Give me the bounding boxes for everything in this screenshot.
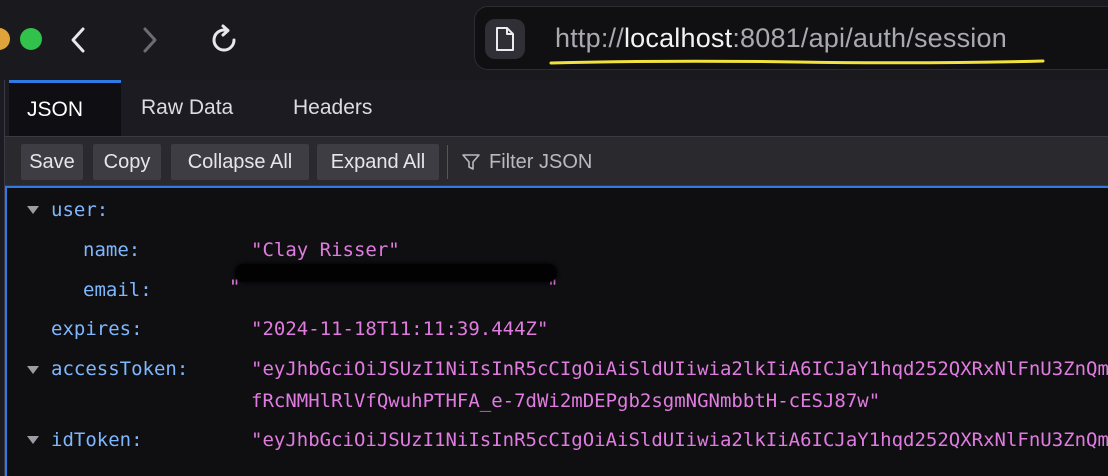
filter-json-input[interactable]: Filter JSON [461,144,592,180]
json-string-value: "Clay Risser" [251,239,400,261]
browser-window: http://localhost:8081/api/auth/session J… [0,0,1108,476]
forward-button[interactable] [132,22,168,58]
json-value-access-token-line1[interactable]: "eyJhbGciOiJSUzI1NiIsInR5cCIgOiAiSldUIiw… [251,352,1108,386]
json-string-value: fRcNMHlRlVfQwuhPTHFA_e-7dWi2mDEPgb2sgmNG… [251,390,881,412]
page-icon [496,27,514,51]
json-string-value: "2024-11-18T11:11:39.444Z" [251,318,549,340]
browser-toolbar: http://localhost:8081/api/auth/session [0,0,1108,80]
forward-arrow-icon [143,27,157,53]
json-value-name[interactable]: "Clay Risser" [251,233,400,267]
window-zoom-button[interactable] [20,28,42,50]
json-tree: user: name: "Clay Risser" email: " " exp… [5,186,1108,476]
json-key: user: [51,199,109,221]
json-value-access-token-line2[interactable]: fRcNMHlRlVfQwuhPTHFA_e-7dWi2mDEPgb2sgmNG… [251,384,880,418]
json-key: idToken: [51,429,143,451]
json-key: accessToken: [51,358,189,380]
reload-button[interactable] [206,22,242,58]
reload-icon [212,24,236,52]
json-row-expires[interactable]: expires: [51,312,143,346]
tab-json[interactable]: JSON [9,80,121,136]
tab-headers[interactable]: Headers [275,80,390,136]
url-text[interactable]: http://localhost:8081/api/auth/session [555,23,1007,54]
json-viewer: JSON Raw Data Headers Save Copy Collapse… [4,80,1108,476]
tab-raw-data[interactable]: Raw Data [123,80,251,136]
json-row-name[interactable]: name: [83,233,140,267]
back-arrow-icon [71,27,85,53]
json-string-value: "eyJhbGciOiJSUzI1NiIsInR5cCIgOiAiSldUIiw… [251,358,1108,380]
redaction-mark [235,264,557,282]
toolbar-divider [447,145,448,179]
chevron-down-icon[interactable] [23,360,43,380]
json-value-id-token[interactable]: "eyJhbGciOiJSUzI1NiIsInR5cCIgOiAiSldUIiw… [251,423,1108,457]
filter-funnel-icon [462,154,480,170]
json-key: expires: [51,318,143,340]
json-row-email[interactable]: email: [83,273,152,307]
viewer-tabs: JSON Raw Data Headers [5,80,1108,136]
tab-label: Raw Data [141,96,234,119]
json-value-expires[interactable]: "2024-11-18T11:11:39.444Z" [251,312,548,346]
tab-label: JSON [27,97,84,121]
chevron-down-icon[interactable] [23,430,43,450]
json-string-value: "eyJhbGciOiJSUzI1NiIsInR5cCIgOiAiSldUIiw… [251,429,1108,451]
url-scheme: http:// [555,23,624,53]
back-button[interactable] [60,22,96,58]
site-info-button[interactable] [485,19,525,59]
collapse-all-button[interactable]: Collapse All [171,144,309,180]
json-key: name: [83,239,141,261]
url-host: localhost [623,23,733,53]
json-toolbar: Save Copy Collapse All Expand All Filter… [5,136,1108,186]
copy-button[interactable]: Copy [93,144,161,180]
json-row-access-token[interactable]: accessToken: [51,352,188,386]
tab-label: Headers [293,96,373,119]
url-highlight-underline [549,59,1045,65]
json-key: email: [83,279,152,301]
chevron-down-icon[interactable] [23,200,43,220]
filter-placeholder: Filter JSON [489,150,593,173]
url-bar[interactable]: http://localhost:8081/api/auth/session [474,6,1108,70]
expand-all-button[interactable]: Expand All [317,144,439,180]
url-path: :8081/api/auth/session [732,23,1007,53]
json-row-user[interactable]: user: [51,193,108,227]
save-button[interactable]: Save [21,144,83,180]
json-row-id-token[interactable]: idToken: [51,423,143,457]
window-minimize-button[interactable] [0,28,10,50]
